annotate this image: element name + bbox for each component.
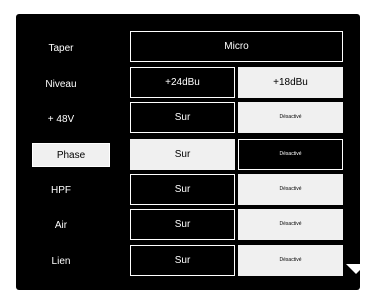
niveau-24dbu-button[interactable]: +24dBu: [130, 67, 235, 98]
niveau-label: Niveau: [45, 79, 77, 90]
phantom-48v-label: + 48V: [47, 114, 75, 125]
air-on-button[interactable]: Sur: [130, 209, 235, 240]
phase-label: Phase: [32, 143, 110, 167]
air-off-button[interactable]: Désactivé: [238, 209, 343, 240]
phase-off-button[interactable]: Désactivé: [238, 139, 343, 170]
lien-off-button[interactable]: Désactivé: [238, 245, 343, 276]
hpf-label: HPF: [51, 185, 71, 196]
phantom-48v-off-button[interactable]: Désactivé: [238, 102, 343, 133]
taper-label: Taper: [48, 43, 74, 54]
hpf-off-button[interactable]: Désactivé: [238, 174, 343, 205]
niveau-18dbu-button[interactable]: +18dBu: [238, 67, 343, 98]
triangle-down-icon[interactable]: [346, 264, 366, 274]
phase-on-button[interactable]: Sur: [130, 139, 235, 170]
lien-label: Lien: [51, 256, 71, 267]
hpf-on-button[interactable]: Sur: [130, 174, 235, 205]
taper-select[interactable]: Micro: [130, 31, 343, 62]
settings-panel: Taper Micro Niveau +24dBu +18dBu + 48V S…: [16, 14, 366, 290]
phantom-48v-on-button[interactable]: Sur: [130, 102, 235, 133]
air-label: Air: [54, 220, 68, 231]
lien-on-button[interactable]: Sur: [130, 245, 235, 276]
